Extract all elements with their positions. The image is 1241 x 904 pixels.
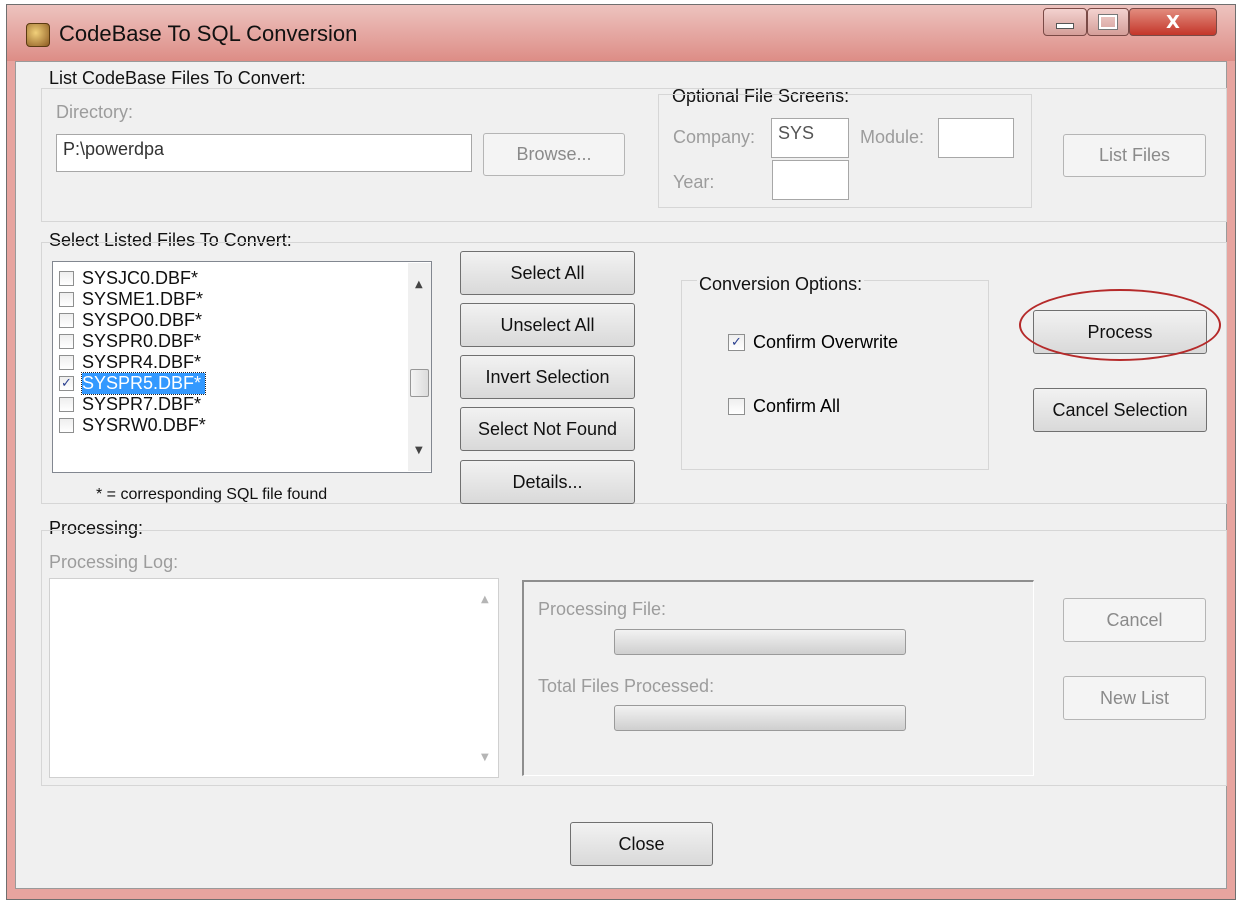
- checkbox[interactable]: [59, 397, 74, 412]
- app-window: CodeBase To SQL Conversion X List CodeBa…: [6, 4, 1236, 900]
- maximize-button[interactable]: [1087, 8, 1129, 36]
- confirm-all-option[interactable]: Confirm All: [728, 396, 840, 417]
- close-window-button[interactable]: X: [1129, 8, 1217, 36]
- file-list-scrollbar[interactable]: ▲ ▼: [408, 263, 431, 471]
- new-list-button[interactable]: New List: [1063, 676, 1206, 720]
- processing-log-label: Processing Log:: [49, 552, 179, 572]
- list-item[interactable]: SYSJC0.DBF*: [59, 268, 399, 289]
- cancel-selection-button[interactable]: Cancel Selection: [1033, 388, 1207, 432]
- confirm-all-label: Confirm All: [753, 396, 841, 416]
- checkbox-checked[interactable]: ✓: [59, 376, 74, 391]
- year-label: Year:: [673, 172, 715, 192]
- conversion-options-group: [681, 280, 989, 470]
- log-scroll-up-arrow-icon[interactable]: ▲: [481, 594, 489, 605]
- scroll-up-arrow-icon[interactable]: ▲: [415, 279, 423, 290]
- annotation-circle: [1019, 289, 1221, 361]
- confirm-all-checkbox[interactable]: [728, 398, 745, 415]
- details-button[interactable]: Details...: [460, 460, 635, 504]
- list-item[interactable]: SYSPR0.DBF*: [59, 331, 399, 352]
- minimize-button[interactable]: [1043, 8, 1087, 36]
- company-field[interactable]: SYS: [771, 118, 849, 158]
- file-name: SYSPR4.DBF*: [82, 352, 202, 372]
- invert-selection-button[interactable]: Invert Selection: [460, 355, 635, 399]
- file-name: SYSJC0.DBF*: [82, 268, 199, 288]
- directory-label: Directory:: [56, 102, 134, 122]
- conversion-options-label: Conversion Options:: [697, 274, 865, 295]
- unselect-all-button[interactable]: Unselect All: [460, 303, 635, 347]
- close-icon: X: [1166, 11, 1180, 33]
- maximize-icon: [1098, 14, 1118, 30]
- module-field[interactable]: [938, 118, 1014, 158]
- sql-found-legend: * = corresponding SQL file found: [96, 486, 328, 503]
- log-scrollbar[interactable]: ▲ ▼: [475, 580, 497, 776]
- list-item[interactable]: SYSPR7.DBF*: [59, 394, 399, 415]
- checkbox[interactable]: [59, 418, 74, 433]
- list-item[interactable]: SYSRW0.DBF*: [59, 415, 399, 436]
- title-bar[interactable]: CodeBase To SQL Conversion X: [7, 5, 1235, 61]
- close-button[interactable]: Close: [570, 822, 713, 866]
- confirm-overwrite-option[interactable]: ✓ Confirm Overwrite: [728, 332, 898, 353]
- list-files-button[interactable]: List Files: [1063, 134, 1206, 177]
- dialog-client-area: List CodeBase Files To Convert: Director…: [15, 61, 1227, 889]
- window-title: CodeBase To SQL Conversion: [59, 21, 358, 46]
- file-name: SYSPO0.DBF*: [82, 310, 203, 330]
- select-all-button[interactable]: Select All: [460, 251, 635, 295]
- browse-button[interactable]: Browse...: [483, 133, 625, 176]
- file-name: SYSRW0.DBF*: [82, 415, 206, 435]
- list-item[interactable]: SYSPO0.DBF*: [59, 310, 399, 331]
- company-label: Company:: [673, 127, 756, 147]
- minimize-icon: [1056, 23, 1074, 29]
- processing-log-box[interactable]: ▲ ▼: [49, 578, 499, 778]
- file-name: SYSPR5.DBF*: [80, 372, 207, 395]
- cancel-processing-button[interactable]: Cancel: [1063, 598, 1206, 642]
- processing-file-progress-bar: [614, 629, 906, 655]
- confirm-overwrite-label: Confirm Overwrite: [753, 332, 899, 352]
- list-item[interactable]: SYSPR4.DBF*: [59, 352, 399, 373]
- app-database-icon: [26, 23, 50, 47]
- checkbox[interactable]: [59, 271, 74, 286]
- file-name: SYSPR0.DBF*: [82, 331, 202, 351]
- scroll-thumb[interactable]: [410, 369, 429, 397]
- file-name: SYSPR7.DBF*: [82, 394, 202, 414]
- checkbox[interactable]: [59, 334, 74, 349]
- processing-file-label: Processing File:: [538, 599, 667, 619]
- checkbox[interactable]: [59, 355, 74, 370]
- module-label: Module:: [860, 127, 925, 147]
- select-not-found-button[interactable]: Select Not Found: [460, 407, 635, 451]
- total-files-label: Total Files Processed:: [538, 676, 715, 696]
- confirm-overwrite-checkbox[interactable]: ✓: [728, 334, 745, 351]
- total-files-progress-bar: [614, 705, 906, 731]
- list-files-group-label: List CodeBase Files To Convert:: [49, 68, 306, 88]
- scroll-down-arrow-icon[interactable]: ▼: [415, 445, 423, 456]
- checkbox[interactable]: [59, 292, 74, 307]
- file-name: SYSME1.DBF*: [82, 289, 204, 309]
- year-field[interactable]: [772, 160, 849, 200]
- checkbox[interactable]: [59, 313, 74, 328]
- list-item-selected[interactable]: ✓ SYSPR5.DBF*: [59, 372, 399, 395]
- file-listbox[interactable]: SYSJC0.DBF* SYSME1.DBF* SYSPO0.DBF* SYSP…: [52, 261, 432, 473]
- directory-field[interactable]: P:\powerdpa: [56, 134, 472, 172]
- list-item[interactable]: SYSME1.DBF*: [59, 289, 399, 310]
- log-scroll-down-arrow-icon[interactable]: ▼: [481, 752, 489, 763]
